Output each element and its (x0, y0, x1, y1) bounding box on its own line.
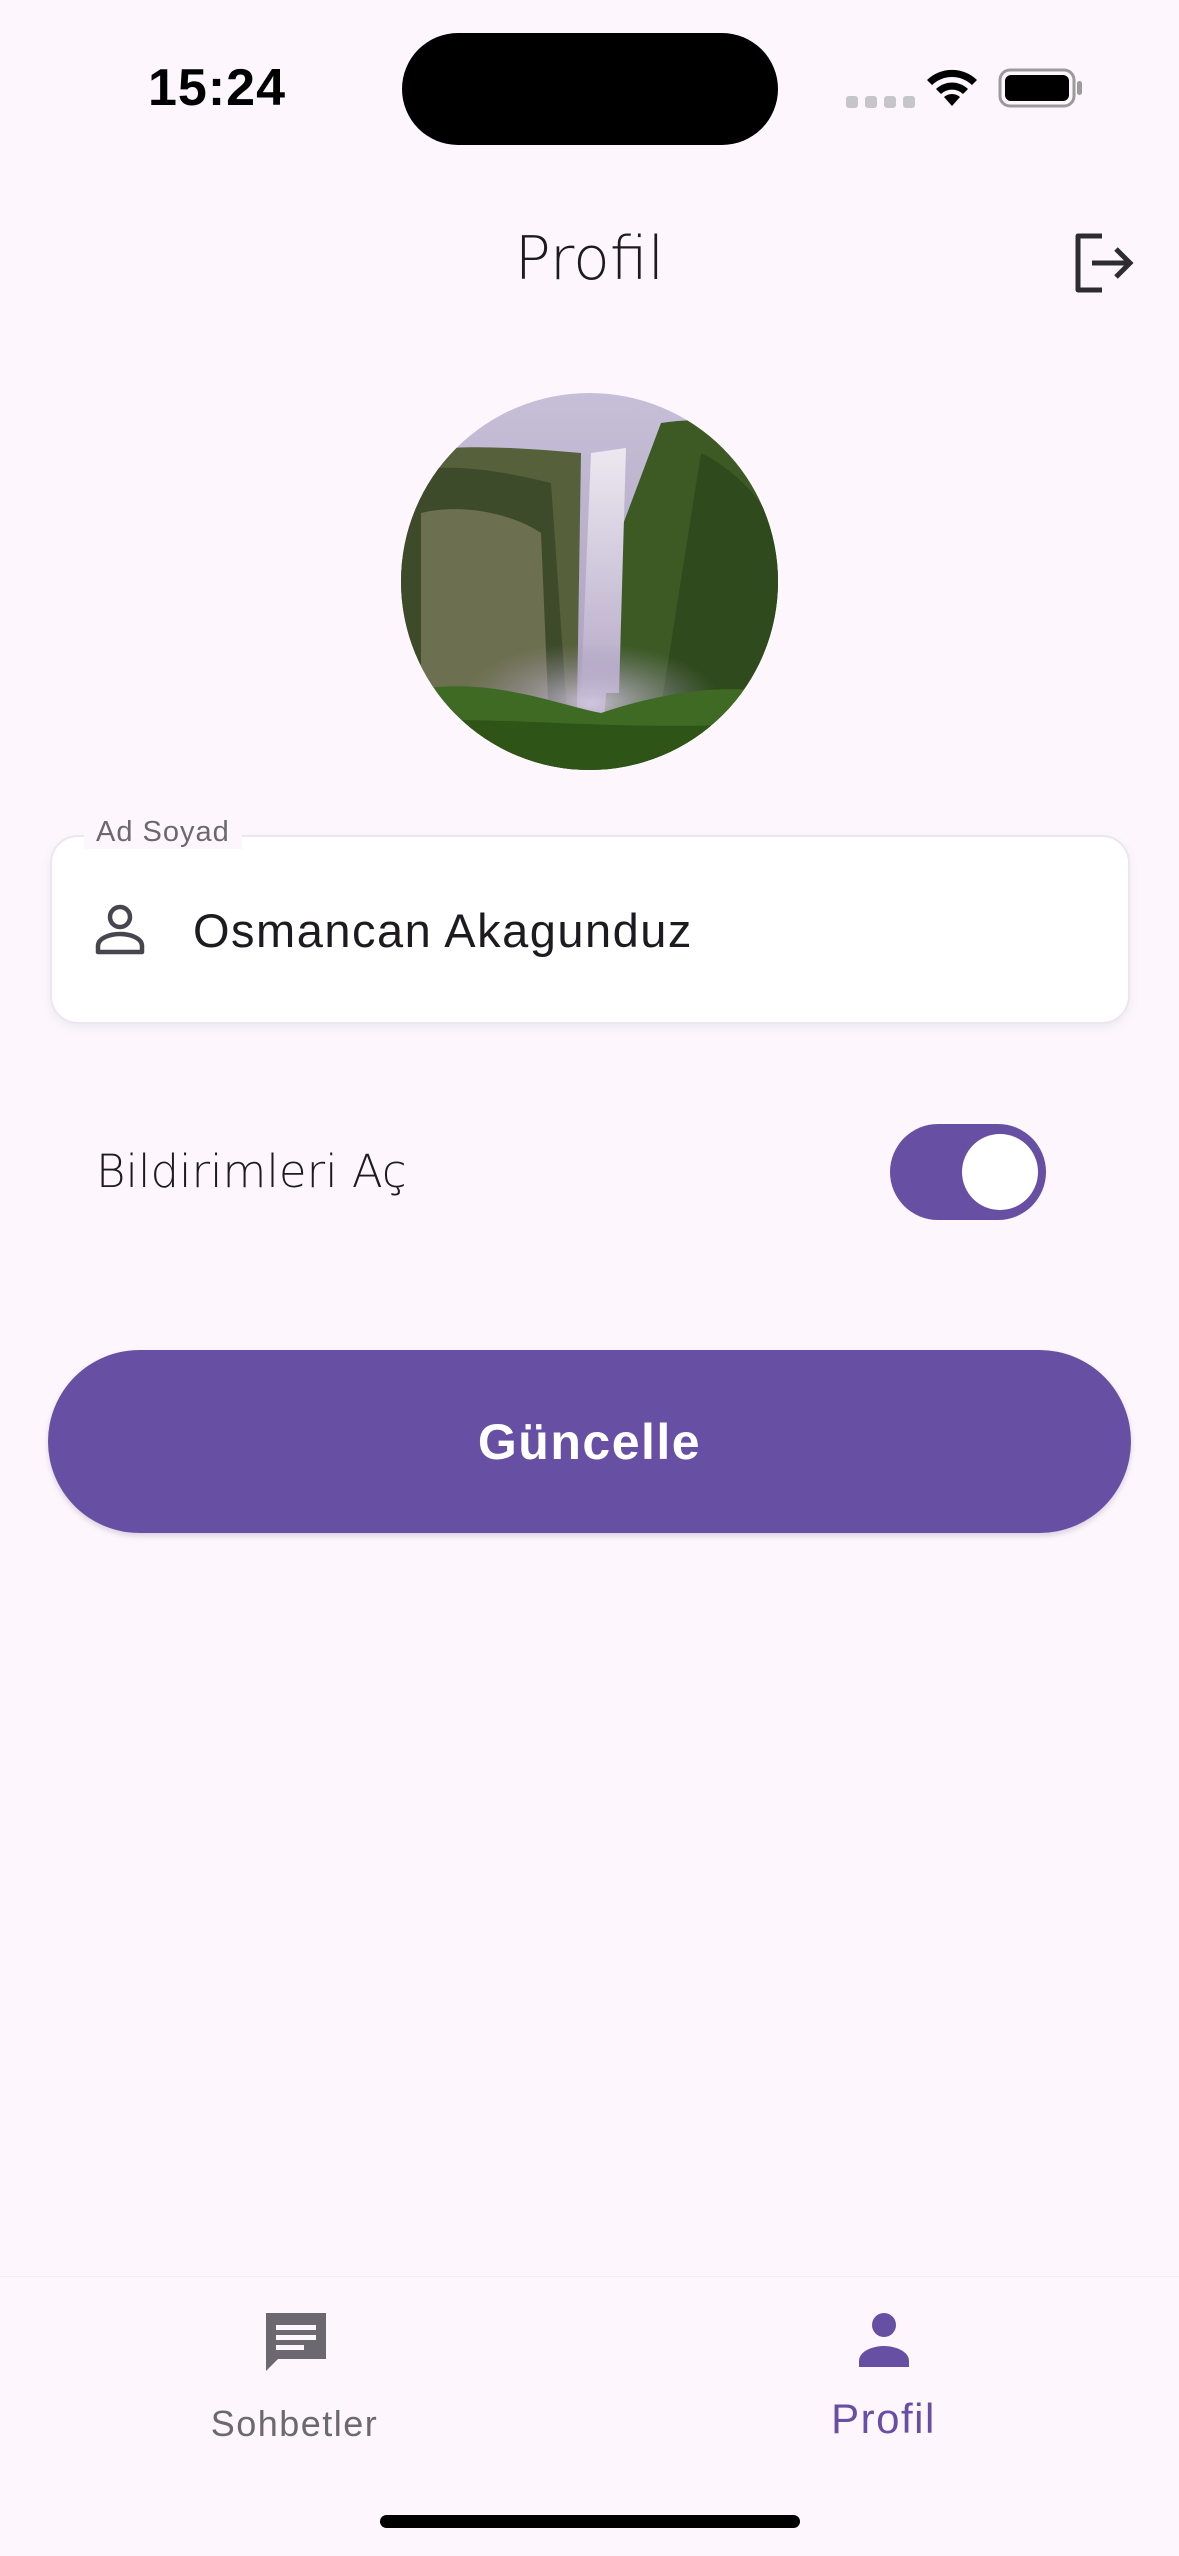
notifications-label: Bildirimleri Aç (96, 1145, 407, 1198)
nav-label-profile: Profil (831, 2395, 936, 2442)
nav-item-chats[interactable]: Sohbetler (0, 2277, 589, 2477)
chat-icon (266, 2313, 326, 2371)
person-icon (859, 2313, 909, 2367)
notifications-toggle[interactable] (890, 1124, 1046, 1220)
home-indicator[interactable] (380, 2515, 800, 2528)
dynamic-island (402, 33, 778, 145)
wifi-icon (927, 69, 977, 106)
bottom-nav: Sohbetler Profil (0, 2276, 1179, 2556)
person-outline-icon (95, 904, 145, 955)
name-field-label: Ad Soyad (84, 816, 242, 849)
toggle-thumb (962, 1134, 1038, 1210)
profile-screen: 15:24 Profil Ad Soyad Osmancan Akagunduz… (0, 0, 1179, 2556)
cellular-signal-icon (846, 96, 915, 108)
nav-item-profile[interactable]: Profil (589, 2277, 1178, 2477)
page-title: Profil (514, 224, 665, 294)
update-button[interactable]: Güncelle (48, 1350, 1131, 1533)
nav-label-chats: Sohbetler (210, 2403, 379, 2444)
logout-icon[interactable] (1068, 228, 1138, 298)
battery-icon (998, 68, 1082, 108)
status-time: 15:24 (148, 59, 286, 117)
avatar[interactable] (401, 393, 778, 770)
name-input[interactable]: Osmancan Akagunduz (193, 903, 693, 958)
